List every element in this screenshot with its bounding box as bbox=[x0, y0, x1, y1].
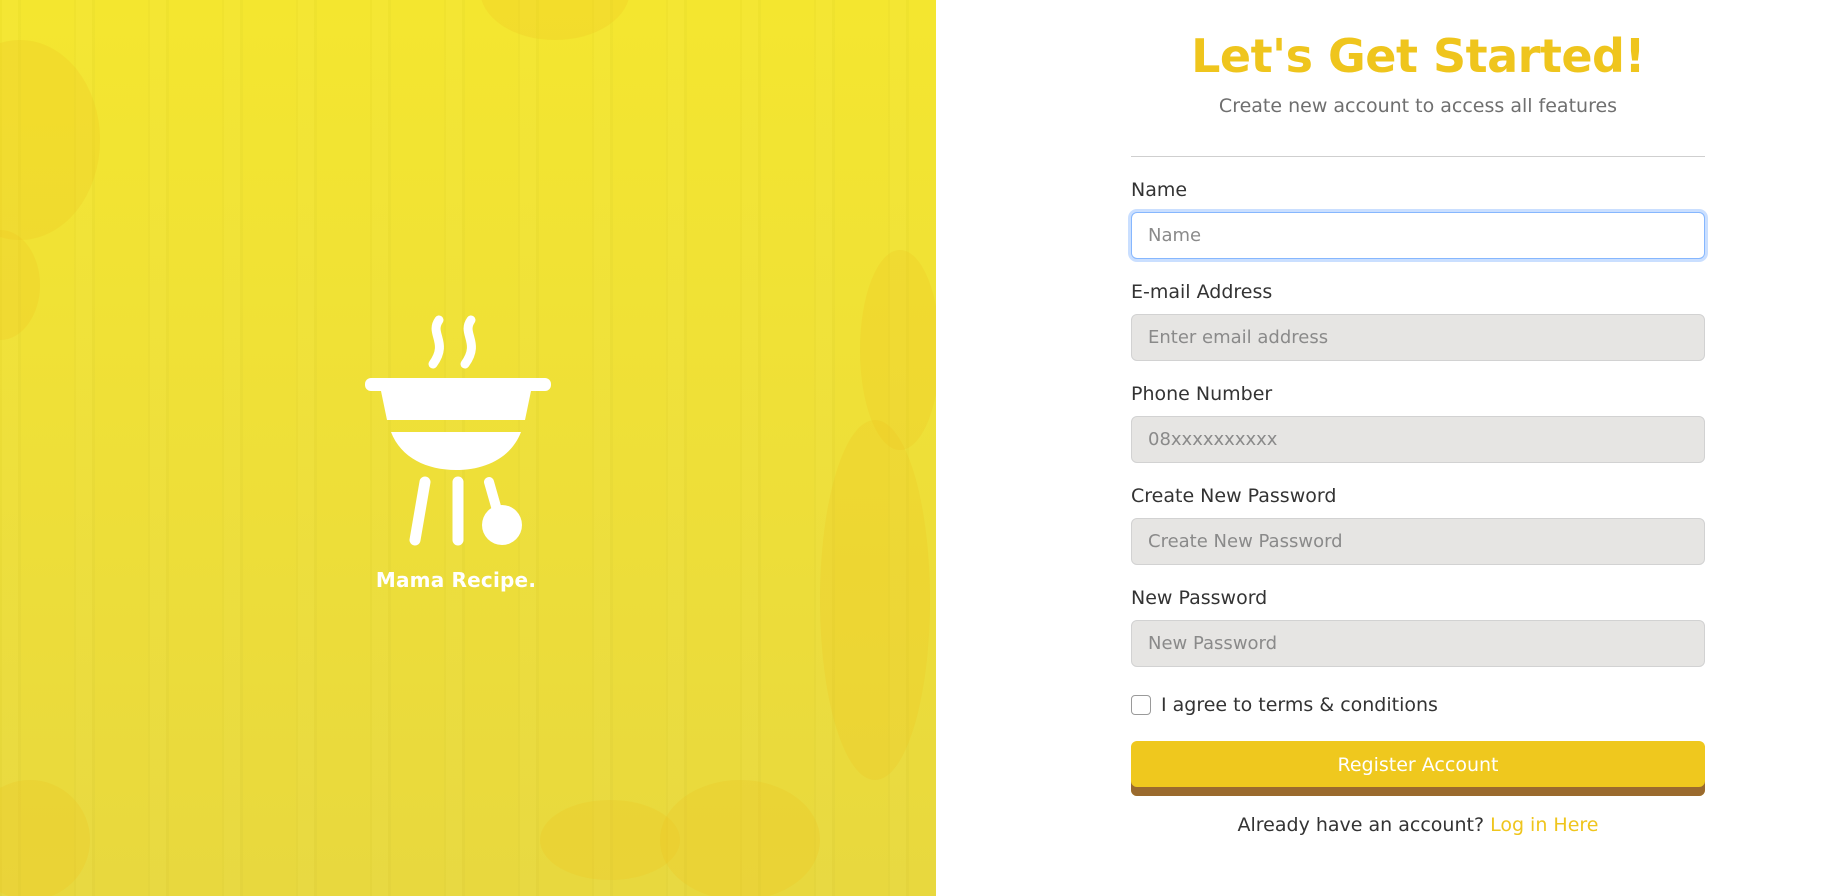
login-prompt-text: Already have an account? bbox=[1237, 814, 1485, 836]
create-password-field-group: Create New Password bbox=[1131, 485, 1705, 565]
register-button[interactable]: Register Account bbox=[1131, 741, 1705, 796]
terms-label[interactable]: I agree to terms & conditions bbox=[1161, 694, 1438, 716]
page-subtitle: Create new account to access all feature… bbox=[1218, 95, 1618, 117]
login-prompt: Already have an account? Log in Here bbox=[1131, 814, 1705, 836]
create-password-input[interactable] bbox=[1131, 518, 1705, 565]
name-input[interactable] bbox=[1131, 212, 1705, 259]
create-password-label: Create New Password bbox=[1131, 485, 1337, 507]
login-link[interactable]: Log in Here bbox=[1490, 814, 1598, 836]
terms-checkbox[interactable] bbox=[1131, 695, 1151, 715]
register-page: Mama Recipe. Let's Get Started! Create n… bbox=[0, 0, 1842, 896]
email-input[interactable] bbox=[1131, 314, 1705, 361]
register-form-panel: Let's Get Started! Create new account to… bbox=[936, 0, 1842, 896]
name-label: Name bbox=[1131, 179, 1188, 201]
background-decoration bbox=[820, 420, 930, 780]
brand-logo: Mama Recipe. bbox=[358, 312, 554, 592]
background-decoration bbox=[660, 780, 820, 896]
phone-input[interactable] bbox=[1131, 416, 1705, 463]
new-password-label: New Password bbox=[1131, 587, 1268, 609]
page-title: Let's Get Started! bbox=[1191, 29, 1645, 83]
divider bbox=[1131, 156, 1705, 157]
email-field-group: E-mail Address bbox=[1131, 281, 1705, 361]
register-form: Let's Get Started! Create new account to… bbox=[1131, 0, 1705, 836]
email-label: E-mail Address bbox=[1131, 281, 1273, 303]
grill-icon bbox=[365, 315, 551, 546]
brand-banner: Mama Recipe. bbox=[0, 0, 936, 896]
phone-label: Phone Number bbox=[1131, 383, 1273, 405]
phone-field-group: Phone Number bbox=[1131, 383, 1705, 463]
new-password-field-group: New Password bbox=[1131, 587, 1705, 667]
brand-name: Mama Recipe. bbox=[375, 568, 537, 592]
terms-row: I agree to terms & conditions bbox=[1131, 693, 1705, 717]
new-password-input[interactable] bbox=[1131, 620, 1705, 667]
background-decoration bbox=[540, 800, 680, 880]
name-field-group: Name bbox=[1131, 179, 1705, 259]
